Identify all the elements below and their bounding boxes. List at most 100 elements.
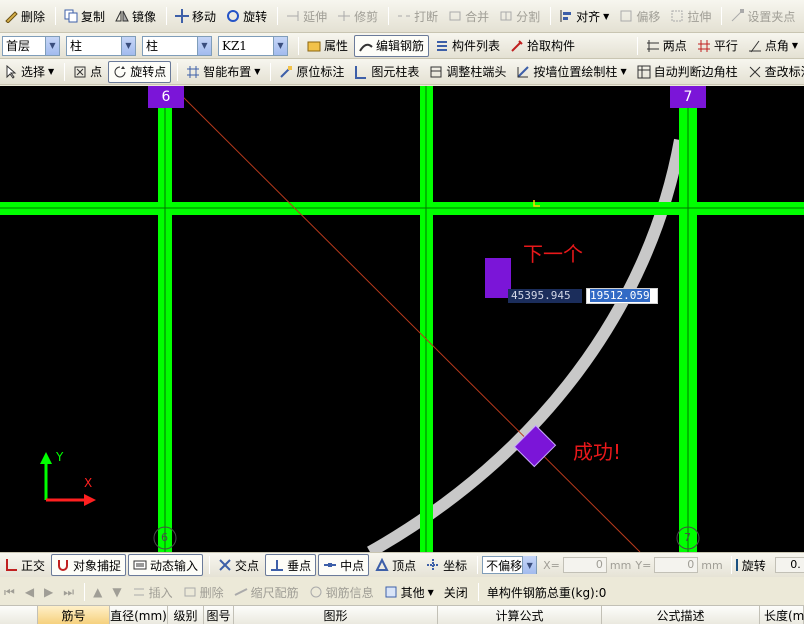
point-icon (73, 65, 87, 79)
column-header-formula[interactable]: 计算公式 (438, 606, 602, 624)
set-grip-button[interactable]: 设置夹点 (726, 5, 799, 27)
nav-last-button[interactable]: ⏭ (59, 581, 78, 603)
draw-by-wall-button[interactable]: 按墙位置绘制柱 ▼ (512, 61, 630, 83)
rebar-table-header: 筋号 直径(mm) 级别 图号 图形 计算公式 公式描述 长度(mm) (0, 605, 804, 624)
nav-first-button[interactable]: ⏮ (0, 581, 19, 603)
insert-button[interactable]: 插入 (128, 581, 177, 603)
align-button[interactable]: 对齐 ▼ (555, 5, 613, 27)
y-offset-field[interactable]: Y= 0 mm (635, 557, 723, 573)
separator (64, 62, 66, 81)
smart-layout-button[interactable]: 智能布置 ▼ (182, 61, 264, 83)
category-select[interactable]: 柱 ▼ (66, 35, 136, 56)
delete-row-icon (183, 585, 197, 599)
break-button[interactable]: 打断 (393, 5, 442, 27)
trim-button[interactable]: 修剪 (333, 5, 382, 27)
rotate-field[interactable]: 0. (772, 557, 804, 573)
floor-select[interactable]: 首层 ▼ (2, 35, 60, 56)
delete-row-button[interactable]: 删除 (179, 581, 228, 603)
x-offset-input[interactable]: 0 (562, 557, 607, 573)
rotate-input[interactable]: 0. (774, 557, 804, 573)
arc-wall[interactable] (367, 138, 686, 552)
eyedropper-icon (510, 39, 524, 53)
move-down-button[interactable]: ▼ (108, 581, 125, 603)
separator (636, 36, 638, 55)
axis-label-6[interactable]: 6 (148, 86, 184, 108)
separator (298, 36, 299, 55)
pick-component-button[interactable]: 拾取构件 (506, 35, 579, 57)
point-button[interactable]: 点 (69, 61, 106, 83)
properties-button[interactable]: 属性 (303, 35, 352, 57)
ruler-rebar-button[interactable]: 缩尺配筋 (230, 581, 303, 603)
prev-icon: ◀ (24, 585, 35, 599)
mirror-button[interactable]: 镜像 (111, 5, 160, 27)
column-header-grade[interactable]: 级别 (168, 606, 204, 624)
ortho-toggle[interactable]: 正交 (0, 554, 49, 576)
modify-label-button[interactable]: 查改标注 (744, 61, 804, 83)
rotate-button[interactable]: 旋转 (222, 5, 271, 27)
trim-icon (337, 9, 351, 23)
coord-y-input[interactable]: 19512.059 (586, 288, 658, 304)
message-success: 成功! (573, 440, 622, 464)
component-list-button[interactable]: 构件列表 (431, 35, 504, 57)
x-offset-field[interactable]: X= 0 mm (543, 557, 631, 573)
move-up-button[interactable]: ▲ (89, 581, 106, 603)
arrow-up-icon: ▲ (93, 585, 103, 599)
two-points-button[interactable]: 两点 (642, 35, 691, 57)
auto-corner-button[interactable]: 自动判断边角柱 (633, 61, 742, 83)
merge-button[interactable]: 合并 (444, 5, 493, 27)
perpendicular-snap[interactable]: 垂点 (265, 554, 317, 576)
midpoint-snap[interactable]: 中点 (318, 554, 370, 576)
coord-x-display[interactable]: 45395.945 (508, 289, 582, 303)
offset-mode-select[interactable]: 不偏移 ▼ (482, 556, 538, 574)
offset-button[interactable]: 偏移 (615, 5, 664, 27)
y-offset-input[interactable]: 0 (654, 557, 699, 573)
stretch-button[interactable]: 拉伸 (666, 5, 715, 27)
column-header-length[interactable]: 长度(mm) (760, 606, 804, 624)
delete-icon (4, 9, 18, 24)
rotate-point-icon (113, 65, 127, 79)
type-select[interactable]: 柱 ▼ (142, 35, 212, 56)
column-header-shape[interactable]: 图形 (234, 606, 438, 624)
column-header-shape-no[interactable]: 图号 (204, 606, 234, 624)
vertex-snap[interactable]: 顶点 (371, 554, 420, 576)
copy-button[interactable]: 复制 (60, 5, 109, 27)
last-icon: ⏭ (63, 584, 75, 599)
first-icon: ⏮ (4, 584, 15, 599)
separator (270, 62, 272, 81)
parallel-button[interactable]: 平行 (693, 35, 742, 57)
extend-button[interactable]: 延伸 (282, 5, 331, 27)
adjust-column-end-button[interactable]: 调整柱端头 (425, 61, 510, 83)
insert-icon (132, 585, 146, 599)
select-button[interactable]: 选择 ▼ (0, 61, 58, 83)
close-panel-button[interactable]: 关闭 (440, 581, 472, 603)
object-snap-toggle[interactable]: 对象捕捉 (51, 554, 127, 576)
in-place-label-button[interactable]: 原位标注 (275, 61, 348, 83)
split-button[interactable]: 分割 (495, 5, 544, 27)
point-angle-button[interactable]: 点角 ▼ (744, 35, 802, 57)
drawing-canvas[interactable]: 6 7 6 7 45395.945 19512.059 下一个 成功! Y X (0, 86, 804, 552)
coordinate-snap[interactable]: 坐标 (422, 554, 471, 576)
rotate-checkbox[interactable] (735, 559, 738, 571)
column-table-button[interactable]: 图元柱表 (350, 61, 423, 83)
split-icon (499, 9, 513, 23)
move-button[interactable]: 移动 (171, 5, 220, 27)
component-select[interactable]: KZ1 ▼ (218, 35, 288, 56)
rebar-info-button[interactable]: 钢筋信息 (305, 581, 378, 603)
delete-button[interactable]: 删除 (0, 5, 49, 27)
column-header-formula-desc[interactable]: 公式描述 (602, 606, 760, 624)
rebar-panel-toolbar: ⏮ ◀ ▶ ⏭ ▲ ▼ 插入 删除 缩尺配筋 钢筋信息 其他 ▼ 关闭 单构件钢筋… (0, 580, 804, 604)
table-icon (354, 65, 368, 79)
stretch-icon (670, 9, 684, 23)
nav-prev-button[interactable]: ◀ (21, 581, 38, 603)
column-header-bar-no[interactable]: 筋号 (38, 606, 110, 624)
intersection-snap[interactable]: 交点 (214, 554, 263, 576)
nav-next-button[interactable]: ▶ (40, 581, 57, 603)
column-header-diameter[interactable]: 直径(mm) (110, 606, 168, 624)
dynamic-input-toggle[interactable]: 动态输入 (128, 554, 204, 576)
grid-icon (186, 65, 200, 79)
edit-rebar-button[interactable]: 编辑钢筋 (354, 34, 430, 57)
separator (730, 556, 732, 574)
axis-label-7[interactable]: 7 (670, 86, 706, 108)
other-menu-button[interactable]: 其他 ▼ (380, 581, 438, 603)
rotate-point-button[interactable]: 旋转点 (108, 60, 172, 83)
